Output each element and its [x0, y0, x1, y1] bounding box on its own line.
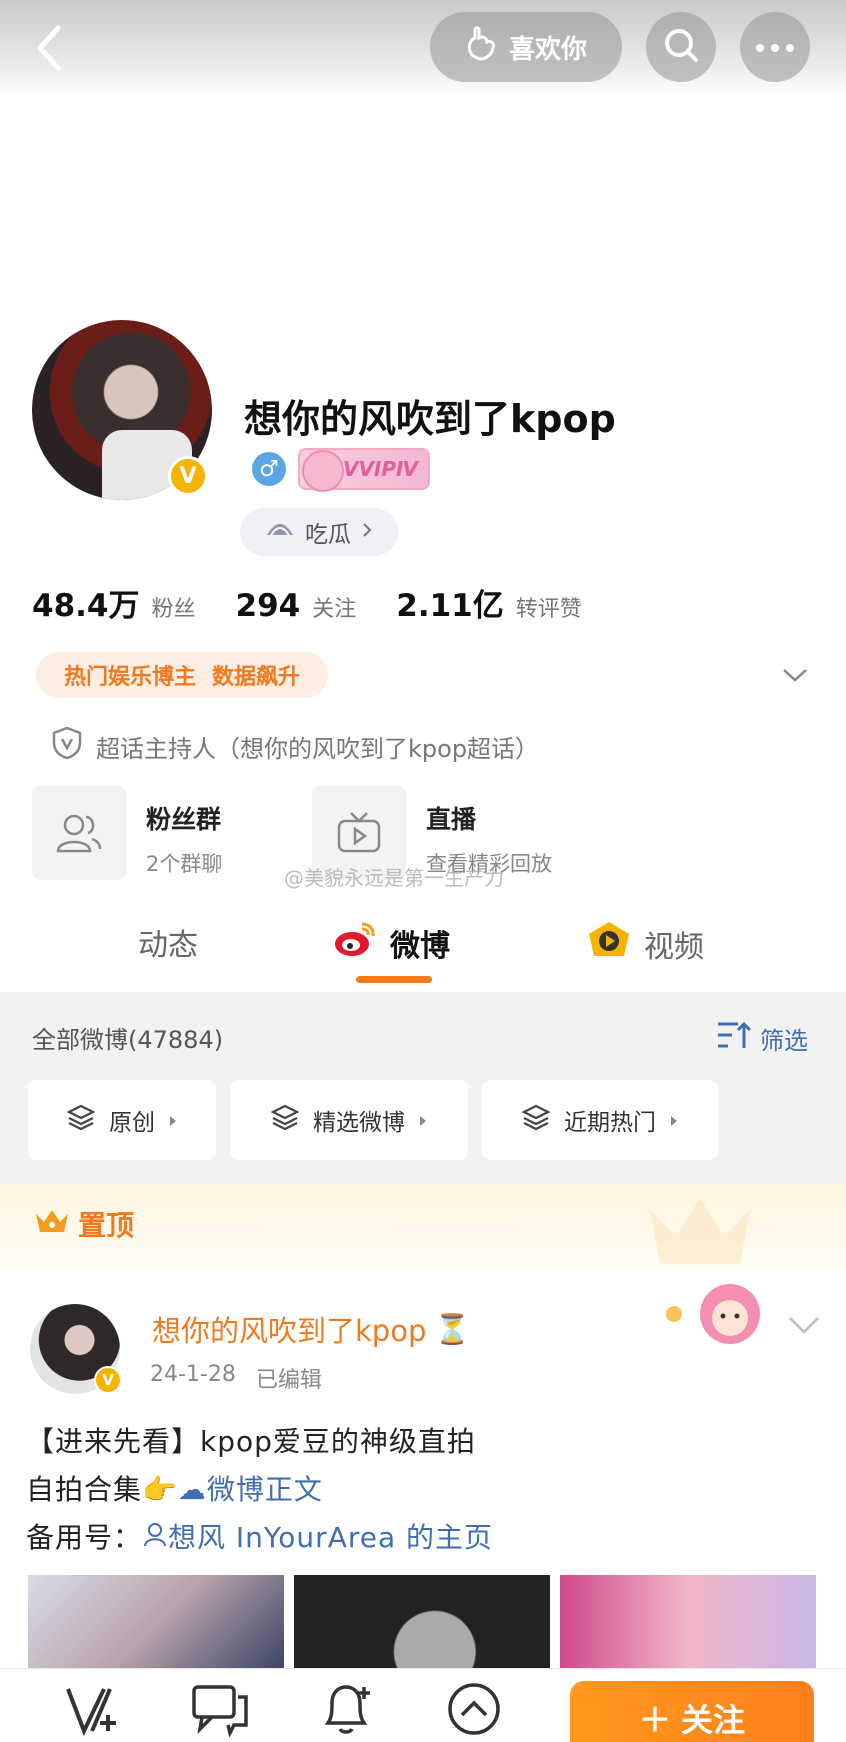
- post-menu-chevron-icon[interactable]: [786, 1310, 822, 1340]
- tab-video[interactable]: 视频: [586, 920, 704, 968]
- back-icon[interactable]: [28, 18, 72, 78]
- caret-right-icon: [169, 1107, 177, 1133]
- fan-group-entry[interactable]: 粉丝群 2个群聊: [32, 786, 222, 880]
- post-author-name[interactable]: 想你的风吹到了kpop ⏳: [152, 1308, 470, 1350]
- live-title: 直播: [426, 805, 477, 834]
- caret-right-icon: [419, 1107, 427, 1133]
- plus-icon: ＋: [638, 1701, 671, 1739]
- chip-original[interactable]: 原创: [28, 1080, 216, 1160]
- pinned-label: 置顶: [34, 1204, 134, 1244]
- host-text: 超话主持人（想你的风吹到了kpop超话）: [96, 734, 540, 763]
- verified-badge: V: [168, 456, 208, 496]
- interest-tag-label: 吃瓜: [305, 522, 351, 548]
- tab-dynamics[interactable]: 动态: [138, 920, 198, 964]
- video-play-icon: [586, 920, 632, 968]
- caret-right-icon: [670, 1107, 678, 1133]
- scroll-top-icon[interactable]: [444, 1681, 504, 1737]
- notification-bell-icon[interactable]: [318, 1681, 378, 1737]
- all-posts-count: 全部微博(47884): [32, 1026, 224, 1054]
- chip-featured[interactable]: 精选微博: [230, 1080, 468, 1160]
- anime-sticker: [660, 1270, 780, 1350]
- fan-group-title: 粉丝群: [146, 805, 222, 834]
- melon-icon: [265, 519, 295, 545]
- weibo-logo-icon: [332, 920, 378, 966]
- backup-account-link[interactable]: 想风 InYourArea 的主页: [142, 1521, 493, 1554]
- chevron-right-icon: [361, 519, 373, 545]
- crown-decoration-icon: [640, 1190, 760, 1268]
- post-verified-badge: V: [94, 1366, 122, 1394]
- super-topic-host[interactable]: 超话主持人（想你的风吹到了kpop超话）: [52, 726, 539, 766]
- watermark: @美貌永远是第一生产力: [284, 866, 504, 890]
- stat-followers[interactable]: 48.4万 粉丝: [32, 580, 196, 625]
- post-line-1: 【进来先看】kpop爱豆的神级直拍: [26, 1425, 476, 1458]
- stat-reposts-comments-likes[interactable]: 2.11亿 转评赞: [396, 580, 582, 625]
- layers-icon: [521, 1103, 551, 1137]
- bear-icon: [302, 450, 344, 492]
- search-icon: [661, 25, 701, 69]
- male-gender-icon: ♂: [252, 452, 286, 486]
- hot-blogger-badge[interactable]: 热门娱乐博主 数据飙升: [36, 652, 329, 698]
- profile-stats: 48.4万 粉丝 294 关注 2.11亿 转评赞: [32, 580, 622, 625]
- post-image[interactable]: [560, 1575, 816, 1671]
- like-you-label: 喜欢你: [508, 34, 587, 65]
- layers-icon: [66, 1103, 96, 1137]
- top-bar: 喜欢你: [0, 0, 846, 96]
- follow-button[interactable]: ＋ 关注: [570, 1681, 814, 1742]
- crown-icon: [34, 1206, 70, 1243]
- tab-weibo[interactable]: 微博: [332, 920, 450, 966]
- message-icon[interactable]: [190, 1681, 250, 1739]
- filter-button[interactable]: 筛选: [716, 1020, 808, 1056]
- compose-v-plus-icon[interactable]: [62, 1681, 122, 1737]
- hand-heart-icon: [465, 25, 499, 69]
- layers-icon: [270, 1103, 300, 1137]
- more-button[interactable]: [740, 12, 810, 82]
- post-body: 【进来先看】kpop爱豆的神级直拍 自拍合集👉☁微博正文 备用号： 想风 InYo…: [26, 1418, 826, 1562]
- more-dots-icon: [755, 38, 795, 57]
- user-icon: [142, 1521, 168, 1554]
- feed-header: 全部微博(47884) 筛选 原创 精选微博 近期热门: [0, 992, 846, 1184]
- profile-tabs: 动态 微博 视频: [0, 908, 846, 992]
- post-images: [28, 1575, 816, 1671]
- pinned-banner: 置顶: [0, 1184, 846, 1268]
- post-image[interactable]: [28, 1575, 284, 1671]
- expand-chevron-icon[interactable]: [780, 660, 810, 690]
- filter-sort-icon: [716, 1020, 752, 1056]
- chip-recent-hot[interactable]: 近期热门: [482, 1080, 718, 1160]
- post-line-2: 自拍合集👉☁微博正文: [26, 1473, 323, 1506]
- post-meta: 24-1-28 已编辑: [150, 1362, 322, 1394]
- post-edited: 已编辑: [255, 1368, 322, 1393]
- vip-label: VVIPⅣ: [342, 457, 418, 481]
- weibo-article-link[interactable]: ☁微博正文: [178, 1473, 323, 1506]
- shield-v-icon: [52, 726, 82, 766]
- search-button[interactable]: [646, 12, 716, 82]
- profile-name: 想你的风吹到了kpop: [244, 397, 616, 441]
- interest-tag[interactable]: 吃瓜: [240, 508, 398, 556]
- bottom-action-bar: ＋ 关注: [0, 1668, 846, 1742]
- active-tab-indicator: [356, 976, 432, 983]
- fan-group-sub: 2个群聊: [146, 852, 223, 876]
- hourglass-emoji: ⏳: [434, 1311, 471, 1346]
- vip-badge[interactable]: VVIPⅣ: [298, 448, 430, 492]
- filter-chips: 原创 精选微博 近期热门: [28, 1080, 718, 1160]
- people-icon: [32, 786, 126, 880]
- post-date: 24-1-28: [150, 1362, 236, 1387]
- cloud-icon: ☁: [177, 1473, 207, 1506]
- post-line-3: 备用号： 想风 InYourArea 的主页: [26, 1521, 494, 1554]
- stat-following[interactable]: 294 关注: [236, 588, 357, 624]
- post-image[interactable]: [294, 1575, 550, 1671]
- like-you-button[interactable]: 喜欢你: [430, 12, 622, 82]
